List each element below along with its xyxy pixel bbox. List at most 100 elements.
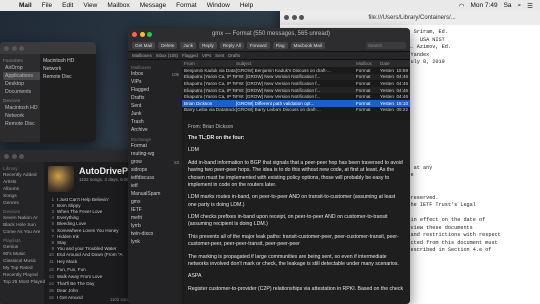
mailbox-item[interactable]: VIPs — [131, 78, 179, 86]
zoom-button[interactable] — [299, 15, 304, 20]
mailbox-item[interactable]: Flagged — [131, 86, 179, 94]
library-item[interactable]: Genius — [3, 244, 41, 251]
finder-item[interactable]: Macintosh HD — [43, 57, 93, 65]
library-item[interactable]: Songs — [3, 193, 41, 200]
close-button[interactable] — [132, 31, 137, 37]
menu-user[interactable]: Sa — [501, 2, 515, 9]
column-from[interactable]: From — [184, 61, 236, 66]
favorite-mailbox[interactable]: Mailboxes — [132, 53, 152, 58]
mailbox-item[interactable]: lyrrb — [131, 222, 179, 230]
forward-button[interactable]: Forward — [246, 42, 270, 49]
column-mailbox[interactable]: Mailbox — [356, 61, 380, 66]
mailbox-item[interactable]: mefri — [131, 214, 179, 222]
mailbox-item[interactable]: Format — [131, 142, 179, 150]
favorite-mailbox[interactable]: VIPs — [202, 53, 211, 58]
mailbox-item[interactable]: ManualSpam — [131, 190, 179, 198]
menu-format[interactable]: Format — [171, 2, 202, 9]
mailbox-item[interactable]: Inbox 105 — [131, 70, 179, 78]
menu-message[interactable]: Message — [135, 2, 171, 9]
library-item[interactable]: 90's Music — [3, 251, 41, 258]
track-number: 6 — [51, 227, 54, 233]
search-field[interactable]: Search — [366, 42, 406, 49]
minimize-button[interactable] — [139, 31, 145, 37]
favorite-mailbox[interactable]: Sent — [215, 53, 224, 58]
zoom-button[interactable] — [19, 153, 24, 159]
mailbox-item[interactable]: gmx — [131, 198, 179, 206]
message-row[interactable]: Ekaputra (Yaron Ca, IP Technology...FW: … — [182, 93, 410, 100]
delete-button[interactable]: Delete — [158, 42, 178, 49]
message-row[interactable]: Ekaputra (Yaron Ca, IP Technology...FW: … — [182, 86, 410, 94]
minimize-button[interactable] — [11, 153, 17, 159]
finder-item[interactable]: Network — [43, 65, 93, 73]
wifi-icon[interactable]: ◠ — [456, 2, 468, 10]
library-item[interactable]: Top 25 Most Played — [3, 279, 45, 286]
mailbox-item[interactable]: IETF — [131, 206, 179, 214]
library-item[interactable]: Recently Played — [3, 272, 41, 279]
mailbox-item[interactable]: routing-wg — [131, 150, 179, 158]
library-item[interactable]: Seven Nation Ar — [3, 215, 41, 222]
zoom-button[interactable] — [147, 31, 152, 37]
library-item[interactable]: Genres — [3, 200, 41, 207]
library-item[interactable]: Black Hole Sun — [3, 222, 41, 229]
menu-view[interactable]: View — [78, 2, 102, 9]
library-item[interactable]: My Top Rated — [3, 265, 41, 272]
column-time[interactable] — [394, 61, 408, 66]
minimize-button[interactable] — [291, 15, 297, 20]
column-date[interactable]: Date — [380, 61, 394, 66]
menu-clock[interactable]: Mon 7:49 — [467, 2, 500, 9]
message-time: 04:46 — [396, 94, 409, 100]
close-button[interactable] — [284, 15, 289, 20]
get-mail-button[interactable]: Get Mail — [132, 42, 156, 49]
mailbox-item[interactable]: lynk — [131, 238, 179, 246]
mailbox-name: twin-disco — [131, 231, 154, 237]
mailbox-item[interactable]: grow 53 — [131, 158, 179, 166]
column-subject[interactable]: Subject — [236, 61, 356, 66]
flag-button[interactable]: Flag — [272, 42, 288, 49]
favorite-mailbox[interactable]: Flagged — [182, 53, 198, 58]
menu-app-name[interactable]: Mail — [14, 2, 37, 9]
favorite-mailbox[interactable]: Inbox (105) — [156, 53, 178, 58]
menu-mailbox[interactable]: Mailbox — [102, 2, 134, 9]
sidebar-item-label: AirDrop — [5, 65, 23, 71]
close-button[interactable] — [4, 45, 9, 51]
search-icon[interactable]: ⌕ — [515, 2, 525, 10]
message-row[interactable]: Barry Leiba via Datatracker [GROW] Barry … — [182, 107, 410, 114]
library-item[interactable]: Come As You Are — [3, 229, 41, 236]
message-preview[interactable]: From: Brian Dickson The TL;DR on the fou… — [182, 121, 410, 304]
mailbox-name: Format — [131, 143, 147, 149]
menu-window[interactable]: Window — [202, 2, 235, 9]
minimize-button[interactable] — [11, 45, 17, 51]
favorite-mailbox[interactable]: Drafts — [228, 53, 240, 58]
menu-edit[interactable]: Edit — [57, 2, 78, 9]
library-item[interactable]: Recently Added — [3, 172, 41, 179]
reply-button[interactable]: Reply — [199, 42, 217, 49]
mailbox-item[interactable]: sidrops — [131, 166, 179, 174]
mailbox-item[interactable]: Archive — [131, 126, 179, 134]
control-center-icon[interactable]: ☰ — [524, 2, 536, 10]
mailbox-item[interactable]: Drafts — [131, 94, 179, 102]
mailbox-item[interactable]: ietf — [131, 182, 179, 190]
album-artwork[interactable] — [48, 166, 74, 192]
message-row[interactable]: Ekaputra (Yaron Ca, IP Technology...FW: … — [182, 80, 410, 87]
mail-titlebar: gmx — Format (550 messages, 565 unread) — [128, 28, 410, 40]
mailbox-item[interactable]: twin-disco — [131, 230, 179, 238]
library-item[interactable]: Classical Music — [3, 258, 41, 265]
mailbox-item[interactable]: Trash — [131, 118, 179, 126]
junk-button[interactable]: Junk — [180, 42, 197, 49]
zoom-button[interactable] — [19, 45, 24, 51]
mailbox-item[interactable]: Sent — [131, 102, 179, 110]
message-row[interactable]: Ekaputra (Yaron Ca, IP Technology...FW: … — [182, 73, 410, 81]
mailbox-item[interactable]: Junk — [131, 110, 179, 118]
menu-file[interactable]: File — [37, 2, 57, 9]
reply-all-button[interactable]: Reply All — [219, 42, 244, 49]
move-to-mailbox-button[interactable]: Macbook Mail — [290, 42, 325, 49]
finder-item[interactable]: Remote Disc — [43, 73, 93, 81]
message-row[interactable]: Benjamin Kaduk via Datatracker[GROW] Ben… — [182, 67, 410, 74]
library-item[interactable]: Artists — [3, 179, 41, 186]
library-item[interactable]: Albums — [3, 186, 41, 193]
track-title: When The Fever Love — [57, 208, 103, 214]
mailbox-item[interactable]: ietfdiscuss — [131, 174, 179, 182]
message-row[interactable]: Brian Dickson [GROW] Different path valid… — [182, 99, 410, 107]
menu-help[interactable]: Help — [235, 2, 258, 9]
close-button[interactable] — [4, 153, 9, 159]
